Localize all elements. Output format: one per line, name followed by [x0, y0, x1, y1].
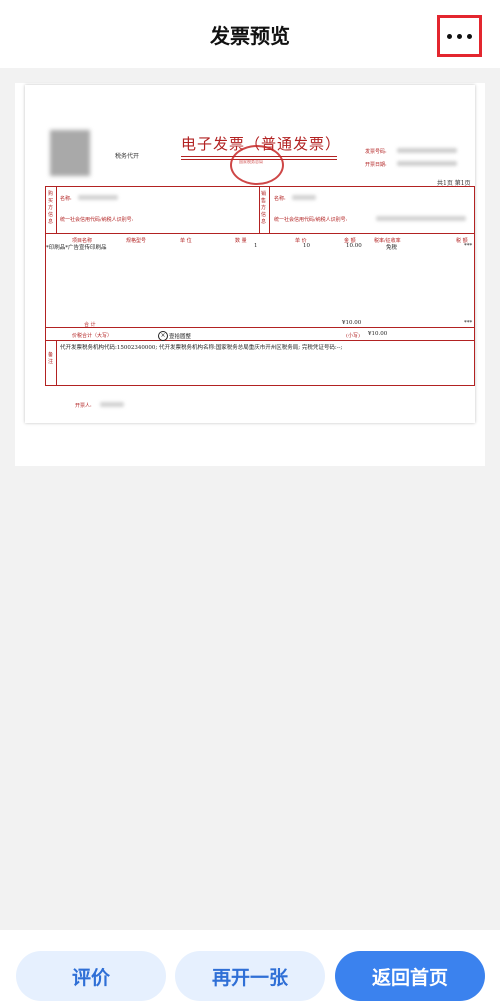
reissue-button[interactable]: 再开一张 — [175, 951, 325, 1001]
seller-name-label: 名称: — [274, 196, 286, 202]
top-bar: 发票预览 — [0, 0, 500, 68]
col-divider — [259, 187, 260, 233]
col-divider — [56, 340, 57, 386]
item-amount: 10.00 — [346, 243, 362, 249]
row-divider — [46, 327, 474, 328]
buyer-taxid-label: 统一社会信用代码/纳税人识别号: — [60, 217, 134, 223]
drawer-value — [100, 402, 124, 407]
seal-text: 国家税务总局 — [239, 159, 263, 164]
invoice-no-label: 发票号码: — [365, 149, 387, 155]
more-dots-icon — [447, 33, 452, 39]
issue-date-value — [397, 161, 457, 166]
buyer-side-label: 购买方信息 — [48, 191, 54, 225]
col-header: 规格型号 — [126, 238, 147, 244]
total-tax: *** — [464, 320, 473, 326]
more-dot — [467, 33, 472, 39]
item-price: 10 — [303, 243, 310, 249]
remark-text: 代开发票税务机构代码:15002340000; 代开发票税务机构名称:国家税务总… — [60, 345, 343, 351]
col-header: 数 量 — [235, 238, 247, 244]
official-seal: 国家税务总局 — [230, 145, 284, 185]
col-divider — [269, 187, 270, 233]
remark-label: 备注 — [48, 352, 54, 365]
total-small: ¥10.00 — [368, 331, 388, 337]
total-small-label: (小写) — [346, 333, 360, 339]
qr-code — [50, 130, 90, 176]
item-tax-rate: 免税 — [386, 245, 398, 251]
return-home-button[interactable]: 返回首页 — [335, 951, 485, 1001]
issue-date-label: 开票日期: — [365, 162, 387, 168]
agency-label: 税务代开 — [115, 153, 140, 160]
invoice-table: 购买方信息 名称: 统一社会信用代码/纳税人识别号: 销售方信息 名称: 统一社… — [45, 186, 475, 386]
cancel-circle-icon: × — [158, 331, 168, 341]
rate-button[interactable]: 评价 — [16, 951, 166, 1001]
seller-taxid-label: 统一社会信用代码/纳税人识别号: — [274, 217, 348, 223]
total-amount: ¥10.00 — [342, 320, 362, 326]
invoice-image[interactable]: 税务代开 电子发票（普通发票） 国家税务总局 发票号码: 开票日期: 共1页 第… — [25, 85, 475, 423]
seller-name-value — [292, 195, 316, 200]
more-dot — [457, 33, 462, 39]
row-divider — [46, 340, 474, 341]
seller-side-label: 销售方信息 — [261, 191, 267, 225]
total-label: 合 计 — [84, 322, 96, 328]
more-options-button[interactable] — [437, 15, 482, 57]
seller-taxid-value — [376, 216, 466, 221]
total-words-label: 价税合计（大写） — [72, 333, 113, 339]
item-tax: *** — [464, 243, 473, 249]
col-divider — [56, 187, 57, 233]
invoice-no-value — [397, 148, 457, 153]
buyer-name-value — [78, 195, 118, 200]
page-title: 发票预览 — [210, 23, 290, 48]
total-words: 壹拾圆整 — [169, 334, 192, 340]
drawer-label: 开票人: — [75, 403, 92, 409]
buyer-name-label: 名称: — [60, 196, 72, 202]
item-name: *印刷品*广告宣传印刷品 — [46, 245, 107, 251]
bottom-action-bar: 评价 再开一张 返回首页 — [0, 930, 500, 1004]
invoice-preview-card: 税务代开 电子发票（普通发票） 国家税务总局 发票号码: 开票日期: 共1页 第… — [15, 83, 485, 466]
col-header: 单 位 — [180, 238, 192, 244]
item-quantity: 1 — [254, 243, 258, 249]
row-divider — [46, 233, 474, 234]
